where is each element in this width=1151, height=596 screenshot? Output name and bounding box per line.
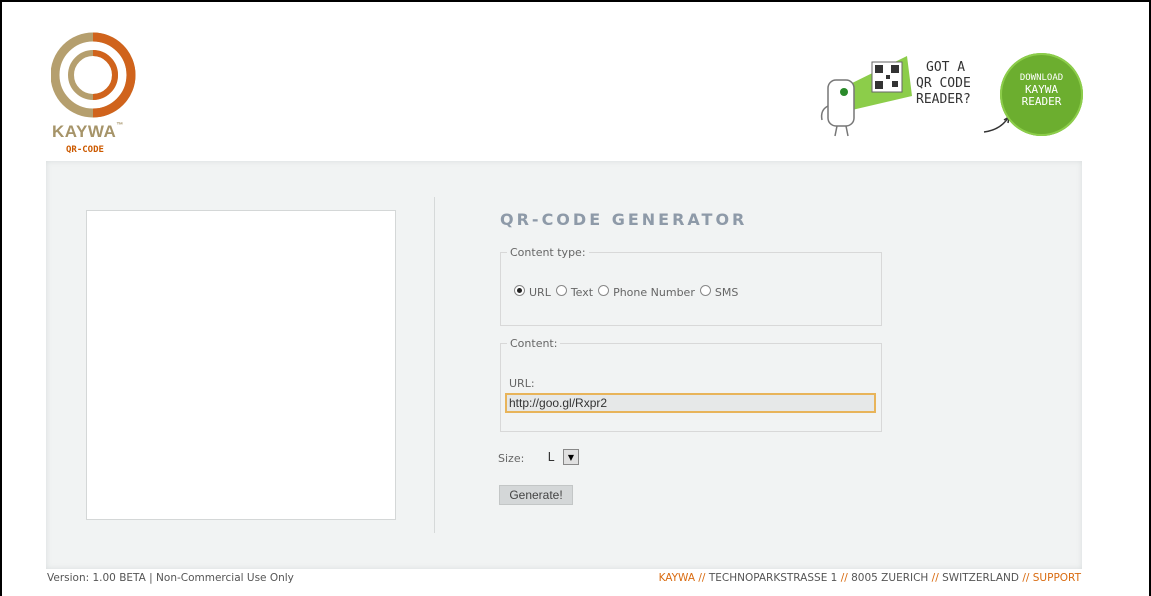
size-label: Size: bbox=[498, 452, 525, 465]
content-fieldset: Content: bbox=[500, 337, 882, 432]
footer-company-link[interactable]: KAYWA bbox=[659, 572, 695, 584]
url-label: URL: bbox=[509, 377, 535, 390]
size-select[interactable]: L ▼ bbox=[539, 447, 585, 467]
content-type-options: URL Text Phone Number SMS bbox=[514, 285, 743, 299]
option-sms[interactable]: SMS bbox=[699, 285, 738, 299]
content-legend: Content: bbox=[510, 337, 558, 350]
footer-address: KAYWA // TECHNOPARKSTRASSE 1 // 8005 ZUE… bbox=[658, 572, 1081, 584]
radio-text[interactable] bbox=[555, 285, 567, 296]
logo-brand-text: KAYWA™ bbox=[52, 122, 124, 141]
content-type-legend: Content type: bbox=[510, 246, 586, 259]
size-value: L bbox=[547, 450, 555, 464]
qr-preview-area bbox=[86, 210, 396, 520]
panel-divider bbox=[434, 197, 435, 533]
option-text[interactable]: Text bbox=[555, 285, 593, 299]
radio-sms[interactable] bbox=[699, 285, 711, 296]
generate-button[interactable]: Generate! bbox=[499, 485, 573, 505]
option-url[interactable]: URL bbox=[514, 285, 551, 299]
footer-country: SWITZERLAND bbox=[942, 572, 1019, 584]
option-phone-number[interactable]: Phone Number bbox=[598, 285, 695, 299]
chevron-down-icon[interactable]: ▼ bbox=[563, 449, 579, 465]
url-input[interactable] bbox=[505, 393, 876, 413]
promo-reader-question: GOT A QR CODE READER? bbox=[916, 60, 971, 107]
logo-subtitle: QR-CODE bbox=[66, 145, 104, 155]
version-text: Version: 1.00 BETA | Non-Commercial Use … bbox=[47, 572, 294, 584]
download-reader-label[interactable]: DOWNLOAD KAYWA READER bbox=[1004, 72, 1079, 108]
radio-phone-number[interactable] bbox=[598, 285, 610, 296]
page-title: QR-CODE GENERATOR bbox=[500, 210, 748, 229]
footer-support-link[interactable]: SUPPORT bbox=[1033, 572, 1081, 584]
footer-street: TECHNOPARKSTRASSE 1 bbox=[708, 572, 838, 584]
radio-url[interactable] bbox=[514, 285, 525, 296]
footer-city: 8005 ZUERICH bbox=[851, 572, 929, 584]
